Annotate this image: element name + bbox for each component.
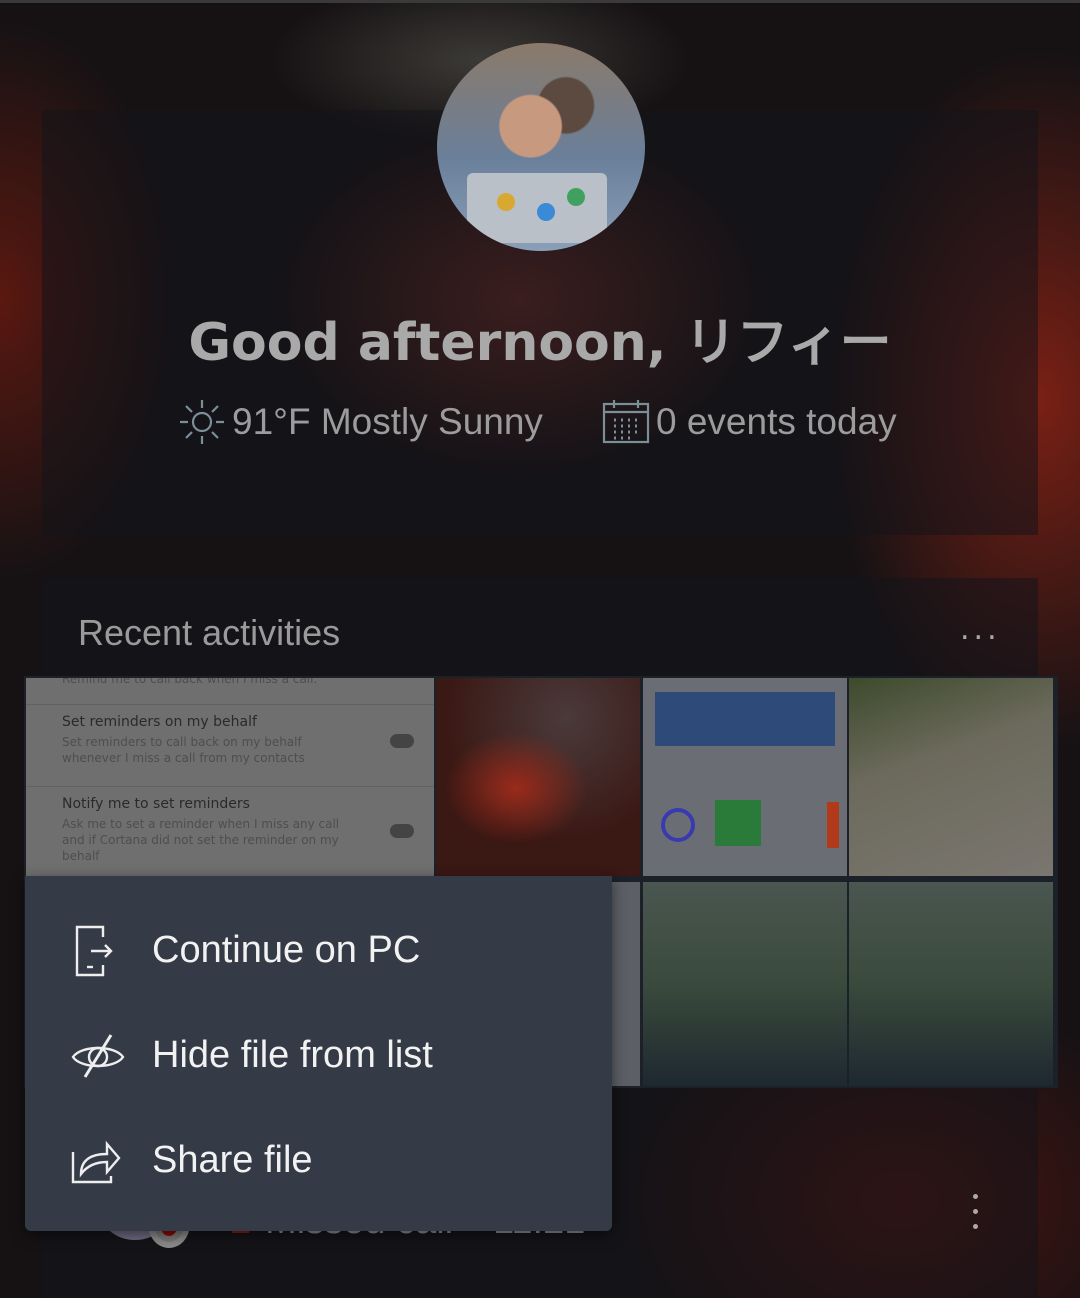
toggle: [390, 734, 414, 748]
tile-app-icon: [661, 808, 695, 842]
kebab-menu-icon[interactable]: [968, 1194, 982, 1229]
avatar-photo-sticker: [567, 188, 585, 206]
weather-info[interactable]: 91°F Mostly Sunny: [178, 398, 543, 446]
greeting-title: Good afternoon, リフィー: [188, 313, 892, 373]
divider: [26, 786, 434, 787]
file-tile-selfie-path[interactable]: [849, 678, 1053, 876]
avatar[interactable]: [437, 43, 645, 251]
menu-item-label: Hide file from list: [152, 1034, 433, 1076]
context-menu: Continue on PC Hide file from list Share…: [25, 876, 612, 1231]
hide-eye-icon: [71, 1033, 125, 1078]
tile-app-icon: [827, 802, 839, 848]
menu-item-label: Share file: [152, 1139, 313, 1181]
weather-text: 91°F Mostly Sunny: [232, 401, 543, 442]
events-text: 0 events today: [656, 401, 897, 442]
avatar-photo-sticker: [537, 203, 555, 221]
file-tile-room-selfie[interactable]: [849, 882, 1053, 1086]
divider: [26, 704, 434, 705]
file-tile-app-screenshot[interactable]: [643, 678, 847, 876]
more-options-button[interactable]: ...: [960, 612, 1001, 647]
top-edge: [0, 0, 1080, 3]
setting-row: Set reminders on my behalf Set reminders…: [62, 714, 322, 766]
file-tile-screenshot[interactable]: Remind me to call back when I miss a cal…: [26, 678, 434, 876]
file-tile-anime-image[interactable]: [436, 678, 640, 876]
setting-title: Notify me to set reminders: [62, 796, 250, 812]
menu-item-continue-on-pc[interactable]: Continue on PC: [25, 898, 612, 1003]
setting-subtitle: Set reminders to call back on my behalf …: [62, 735, 305, 765]
setting-title: Set reminders on my behalf: [62, 714, 257, 730]
menu-item-share-file[interactable]: Share file: [25, 1108, 612, 1213]
tile-app-icon: [715, 800, 761, 846]
setting-subtitle: Ask me to set a reminder when I miss any…: [62, 817, 340, 863]
toggle: [390, 824, 414, 838]
setting-row: Notify me to set reminders Ask me to set…: [62, 796, 352, 864]
tile-text: Remind me to call back when I miss a cal…: [62, 678, 318, 686]
continue-on-pc-icon: [75, 925, 113, 976]
recent-activities-title: Recent activities: [78, 612, 341, 653]
sun-icon: [180, 400, 224, 444]
calendar-icon: [602, 400, 650, 444]
calendar-info[interactable]: 0 events today: [602, 398, 897, 446]
menu-item-hide-file[interactable]: Hide file from list: [25, 1003, 612, 1108]
tile-banner: [655, 692, 835, 746]
avatar-photo-sticker: [497, 193, 515, 211]
file-tile-room[interactable]: [643, 882, 847, 1086]
menu-item-label: Continue on PC: [152, 929, 421, 971]
share-icon: [71, 1140, 121, 1183]
